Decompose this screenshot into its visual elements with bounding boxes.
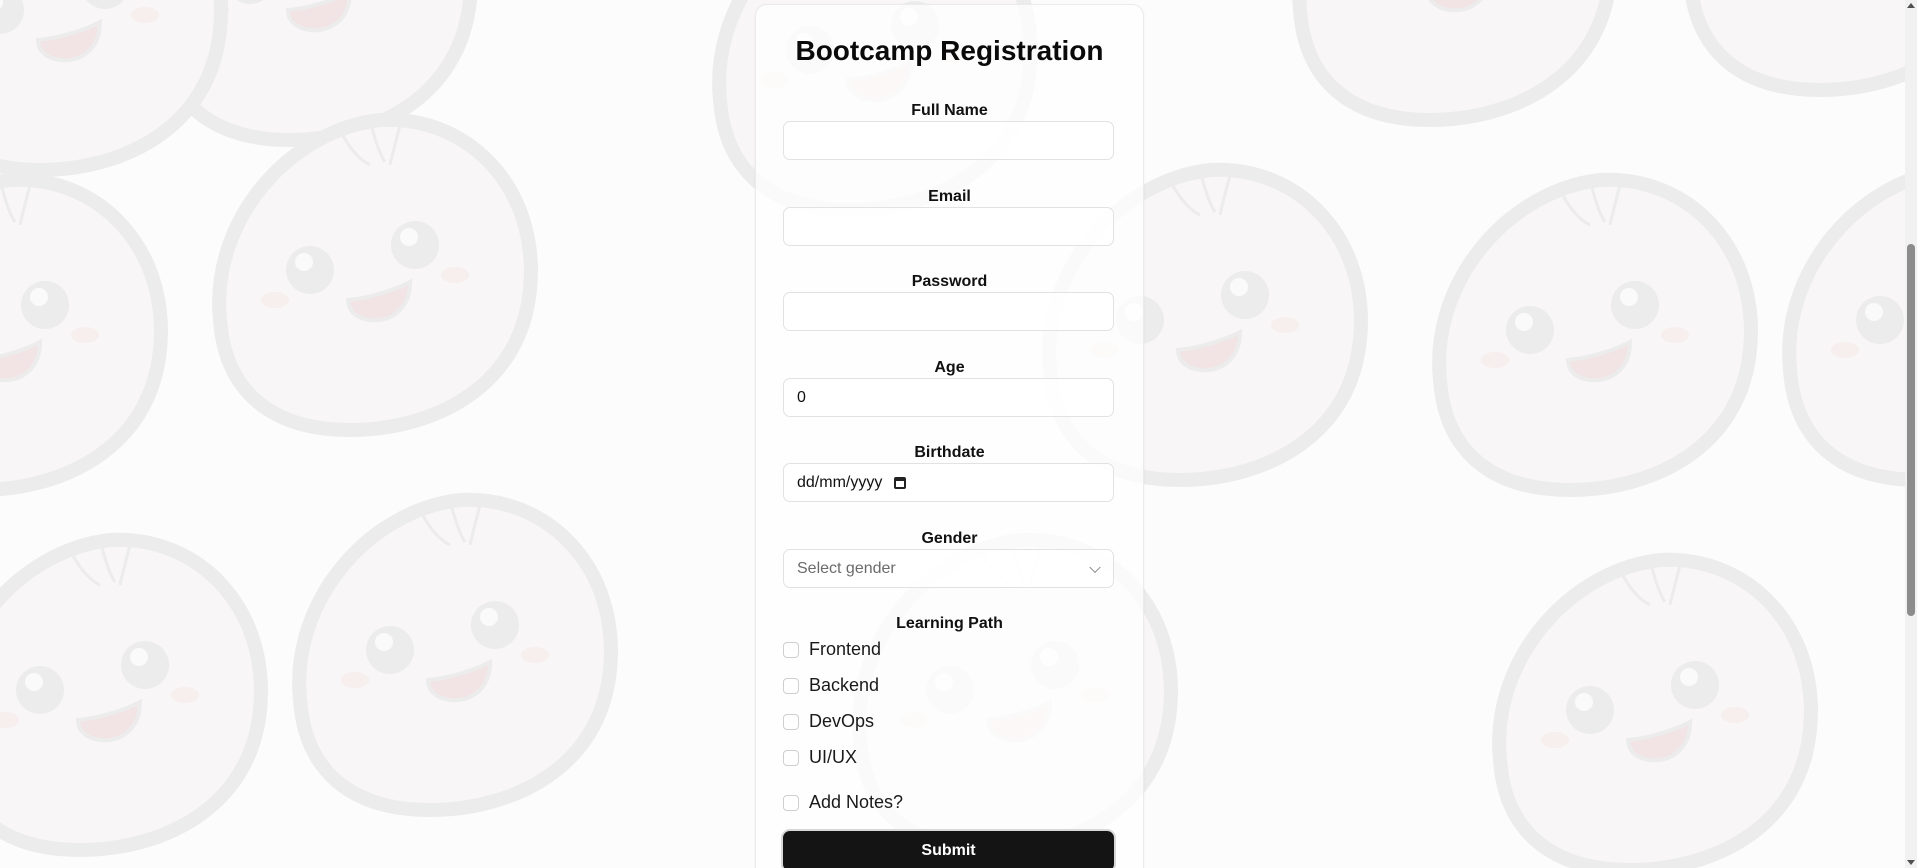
gender-select[interactable]: Select gender	[783, 549, 1114, 588]
page-scrollbar[interactable]	[1905, 0, 1917, 868]
checkbox-frontend[interactable]: Frontend	[783, 639, 881, 660]
checkbox-label: Backend	[809, 675, 880, 695]
checkbox-box[interactable]	[783, 677, 799, 694]
learning-path-label: Learning Path	[896, 615, 1003, 632]
age-input[interactable]: 0	[783, 378, 1114, 417]
checkbox-label: Frontend	[809, 639, 882, 659]
birthdate-value: dd/mm/yyyy	[797, 473, 883, 491]
scroll-down-arrow-icon[interactable]	[1907, 860, 1915, 865]
full-name-label: Full Name	[911, 102, 988, 119]
checkbox-box[interactable]	[783, 641, 799, 658]
checkbox-devops[interactable]: DevOps	[783, 711, 874, 732]
scroll-up-arrow-icon[interactable]	[1907, 3, 1915, 8]
chevron-down-icon	[1089, 561, 1101, 573]
checkbox-uiux[interactable]: UI/UX	[783, 747, 857, 768]
birthdate-label: Birthdate	[914, 444, 985, 461]
submit-button[interactable]: Submit	[783, 831, 1114, 868]
age-label: Age	[934, 359, 965, 376]
email-label: Email	[928, 188, 971, 205]
checkbox-box[interactable]	[783, 794, 799, 811]
checkbox-label: UI/UX	[809, 747, 858, 767]
full-name-input[interactable]	[783, 121, 1114, 160]
scrollbar-thumb[interactable]	[1907, 244, 1915, 616]
checkbox-add-notes[interactable]: Add Notes?	[783, 792, 903, 813]
registration-form: Bootcamp Registration Full Name Email Pa…	[755, 4, 1144, 868]
calendar-icon[interactable]	[894, 476, 907, 489]
password-input[interactable]	[783, 292, 1114, 331]
checkbox-box[interactable]	[783, 713, 799, 730]
checkbox-backend[interactable]: Backend	[783, 675, 879, 696]
email-input[interactable]	[783, 207, 1114, 246]
add-notes-label: Add Notes?	[809, 792, 904, 812]
gender-placeholder: Select gender	[797, 559, 896, 577]
checkbox-label: DevOps	[809, 711, 875, 731]
checkbox-box[interactable]	[783, 749, 799, 766]
age-value: 0	[797, 388, 806, 406]
birthdate-input[interactable]: dd/mm/yyyy	[783, 463, 1114, 502]
gender-label: Gender	[921, 530, 978, 547]
password-label: Password	[911, 273, 988, 290]
form-title: Bootcamp Registration	[795, 35, 1104, 66]
